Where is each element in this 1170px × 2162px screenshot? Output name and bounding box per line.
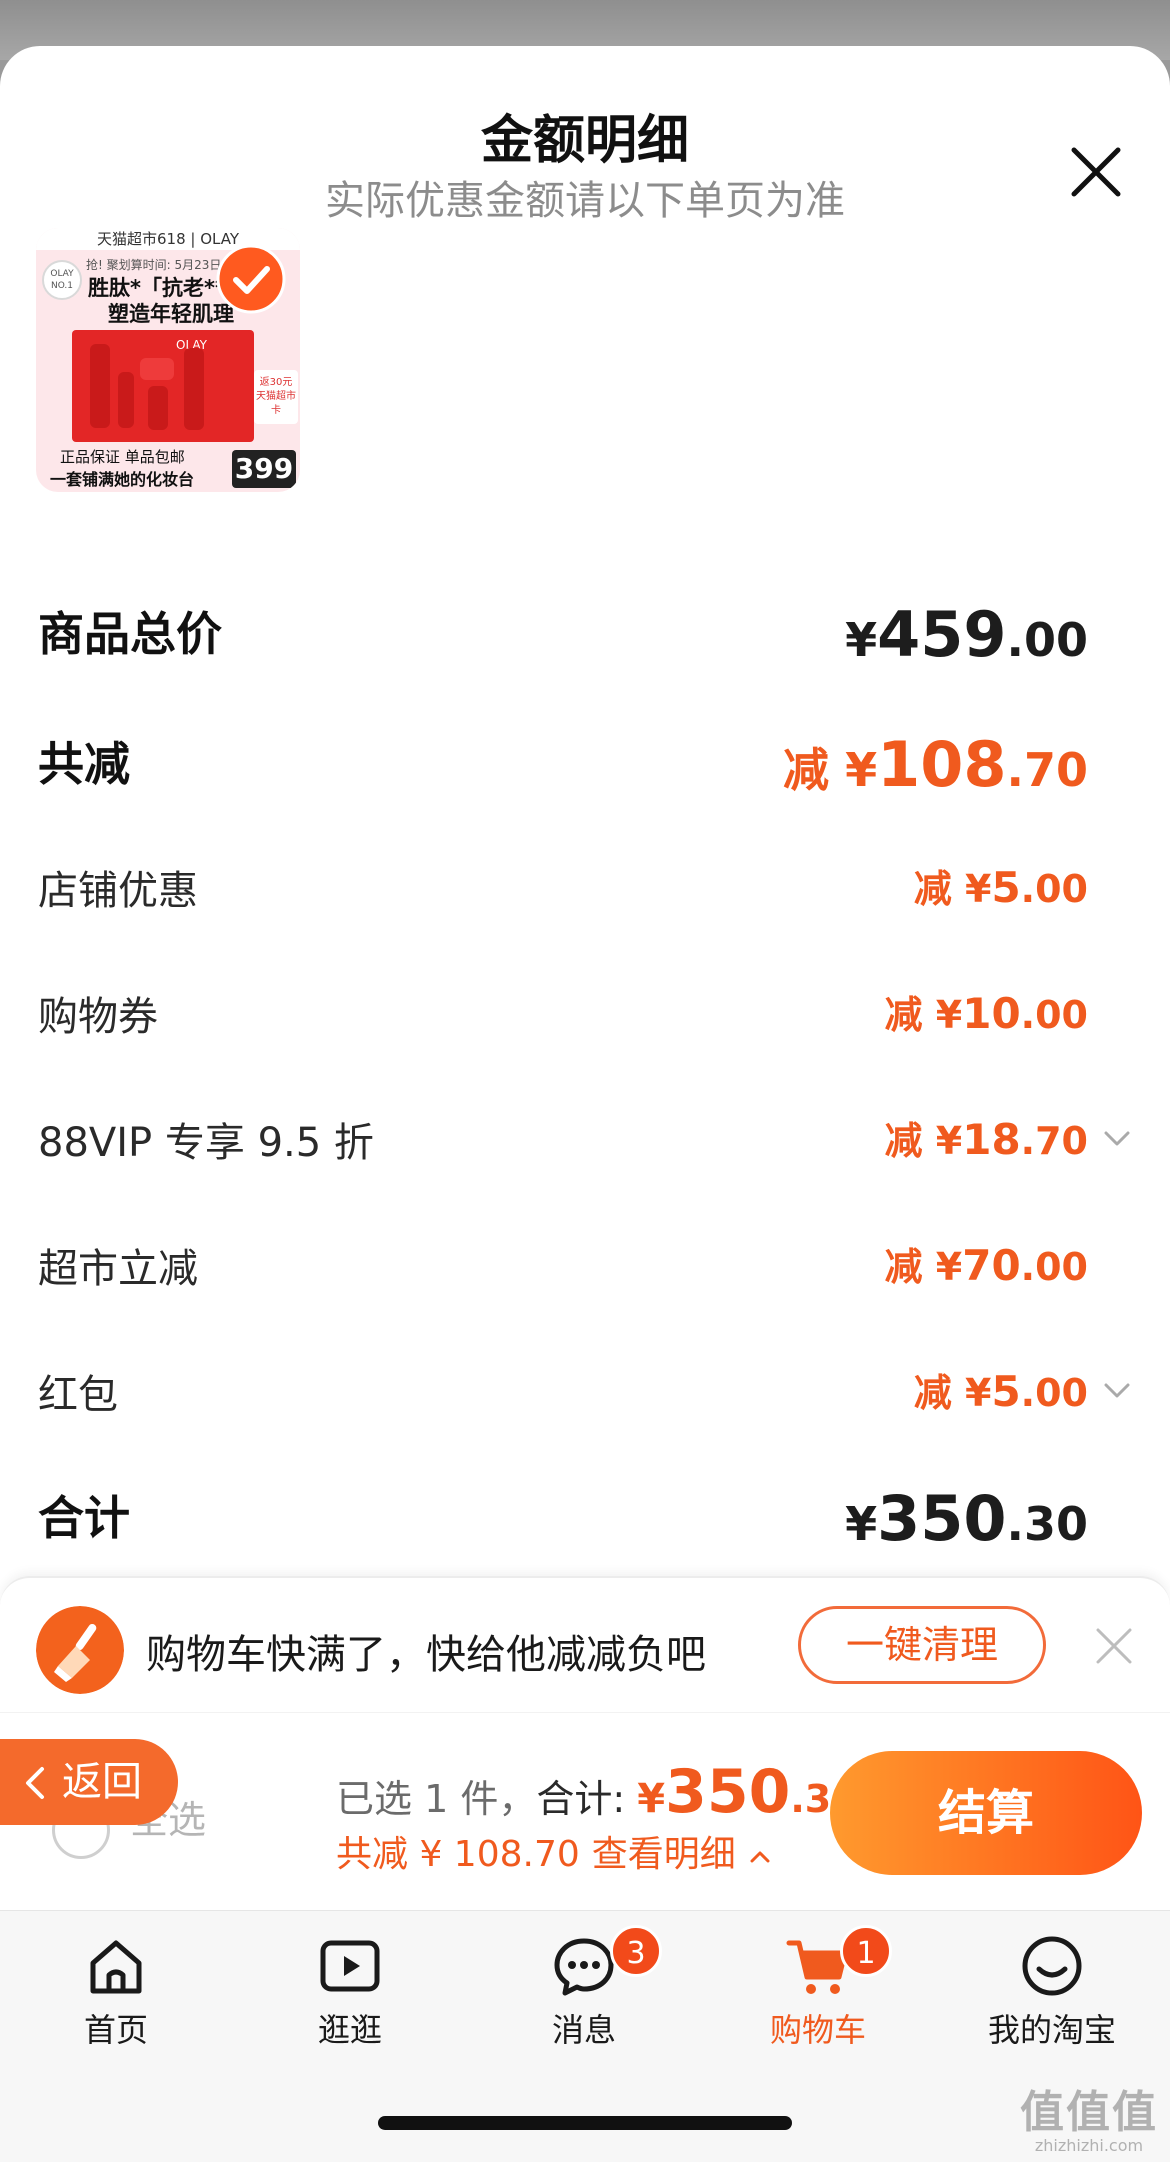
cart-badge: 1: [840, 1925, 892, 1977]
row-shopping-voucher: 购物券 减 ¥10.00: [38, 984, 1088, 1074]
row-supermarket-discount: 超市立减 减 ¥70.00: [38, 1236, 1088, 1326]
selected-check-icon[interactable]: [216, 244, 286, 314]
product-price-tag: 399: [232, 450, 296, 488]
home-indicator[interactable]: [378, 2116, 792, 2130]
back-label: 返回: [62, 1759, 142, 1805]
product-bottle: [140, 358, 174, 380]
product-bottle: [148, 386, 168, 430]
discount-text: 共减 ¥ 108.70: [336, 1834, 580, 1875]
tab-messages[interactable]: 消息 3: [484, 1925, 684, 2071]
row-total-price: 商品总价 ¥459.00: [38, 598, 1088, 688]
row-label: 超市立减: [38, 1246, 198, 1292]
row-grand-total: 合计 ¥350.30: [38, 1482, 1088, 1572]
total-label: 合计:: [536, 1777, 626, 1821]
chevron-down-icon[interactable]: [1100, 1374, 1134, 1408]
tab-label: 购物车: [769, 2011, 866, 2049]
product-guarantee-text: 正品保证 单品包邮: [60, 448, 185, 466]
chevron-up-icon: [750, 1851, 770, 1863]
row-value: 减 ¥10.00: [884, 989, 1088, 1038]
row-store-discount: 店铺优惠 减 ¥5.00: [38, 858, 1088, 948]
profile-icon: [1022, 1936, 1082, 1996]
product-bottle: [90, 344, 110, 428]
selected-summary: 已选 1 件，合计: ¥350.30: [336, 1757, 858, 1827]
play-icon: [320, 1940, 380, 1992]
tab-home[interactable]: 首页: [16, 1931, 216, 2071]
tab-label: 我的淘宝: [987, 2011, 1116, 2049]
cart-full-banner: 购物车快满了，快给他减减负吧 一键清理: [0, 1576, 1170, 1712]
tab-label: 首页: [83, 2011, 148, 2049]
total-yen: ¥: [637, 1776, 666, 1822]
sheet-title: 金额明细: [480, 111, 689, 171]
row-label: 共减: [38, 737, 130, 791]
row-value: ¥459.00: [845, 598, 1088, 671]
row-value: ¥350.30: [845, 1482, 1088, 1555]
selected-count-text: 已选 1 件，: [336, 1777, 537, 1821]
watermark-url: zhizhizhi.com: [1034, 2136, 1144, 2155]
tab-browse[interactable]: 逛逛: [250, 1931, 450, 2071]
discount-summary[interactable]: 共减 ¥ 108.70 查看明细: [336, 1825, 773, 1877]
row-label: 店铺优惠: [38, 868, 198, 914]
message-icon: [554, 1938, 614, 1996]
product-tagline: 一套铺满她的化妆台: [50, 470, 195, 489]
watermark-title: 值值值: [1020, 2087, 1158, 2138]
back-button[interactable]: 返回: [0, 1739, 178, 1825]
checkout-bar: 全选 返回 已选 1 件，合计: ¥350.30 共减 ¥ 108.70 查看明细…: [0, 1712, 1170, 1910]
close-icon[interactable]: [1066, 142, 1126, 202]
row-value: 减 ¥5.00: [913, 1367, 1088, 1416]
tab-cart[interactable]: 购物车 1: [718, 1925, 918, 2071]
close-icon[interactable]: [1092, 1624, 1136, 1668]
chevron-left-icon: [26, 1767, 44, 1799]
sheet-subtitle: 实际优惠金额请以下单页为准: [325, 178, 845, 224]
one-click-clean-button[interactable]: 一键清理: [798, 1606, 1046, 1684]
tab-my-taobao[interactable]: 我的淘宝: [952, 1931, 1152, 2071]
row-88vip-discount[interactable]: 88VIP 专享 9.5 折 减 ¥18.70: [38, 1110, 1088, 1200]
product-side-tag: 返30元 天猫超市卡: [254, 370, 298, 424]
tab-label: 逛逛: [317, 2011, 382, 2049]
message-badge: 3: [610, 1925, 662, 1977]
row-red-packet[interactable]: 红包 减 ¥5.00: [38, 1362, 1088, 1452]
product-rank-badge: OLAY NO.1: [42, 260, 82, 300]
row-value: 减 ¥5.00: [913, 863, 1088, 912]
view-details-link[interactable]: 查看明细: [592, 1834, 736, 1875]
broom-icon: [36, 1606, 124, 1694]
row-label: 红包: [38, 1372, 118, 1418]
total-int: 350: [665, 1757, 791, 1827]
product-bottle: [184, 348, 204, 430]
row-label: 商品总价: [38, 607, 222, 661]
row-value: 减 ¥70.00: [884, 1241, 1088, 1290]
tab-label: 消息: [551, 2011, 616, 2049]
checkout-button[interactable]: 结算: [830, 1751, 1142, 1875]
row-total-discount: 共减 减 ¥108.70: [38, 728, 1088, 818]
banner-message: 购物车快满了，快给他减减负吧: [146, 1632, 706, 1678]
row-value: 减 ¥18.70: [884, 1115, 1088, 1164]
chevron-down-icon[interactable]: [1100, 1122, 1134, 1156]
home-icon: [90, 1940, 142, 1994]
row-value: 减 ¥108.70: [783, 728, 1088, 801]
product-bottle: [118, 372, 134, 428]
row-label: 购物券: [38, 994, 158, 1040]
row-label: 合计: [38, 1491, 130, 1545]
row-label: 88VIP 专享 9.5 折: [38, 1120, 374, 1166]
watermark: 值值值 zhizhizhi.com: [1014, 2076, 1164, 2156]
